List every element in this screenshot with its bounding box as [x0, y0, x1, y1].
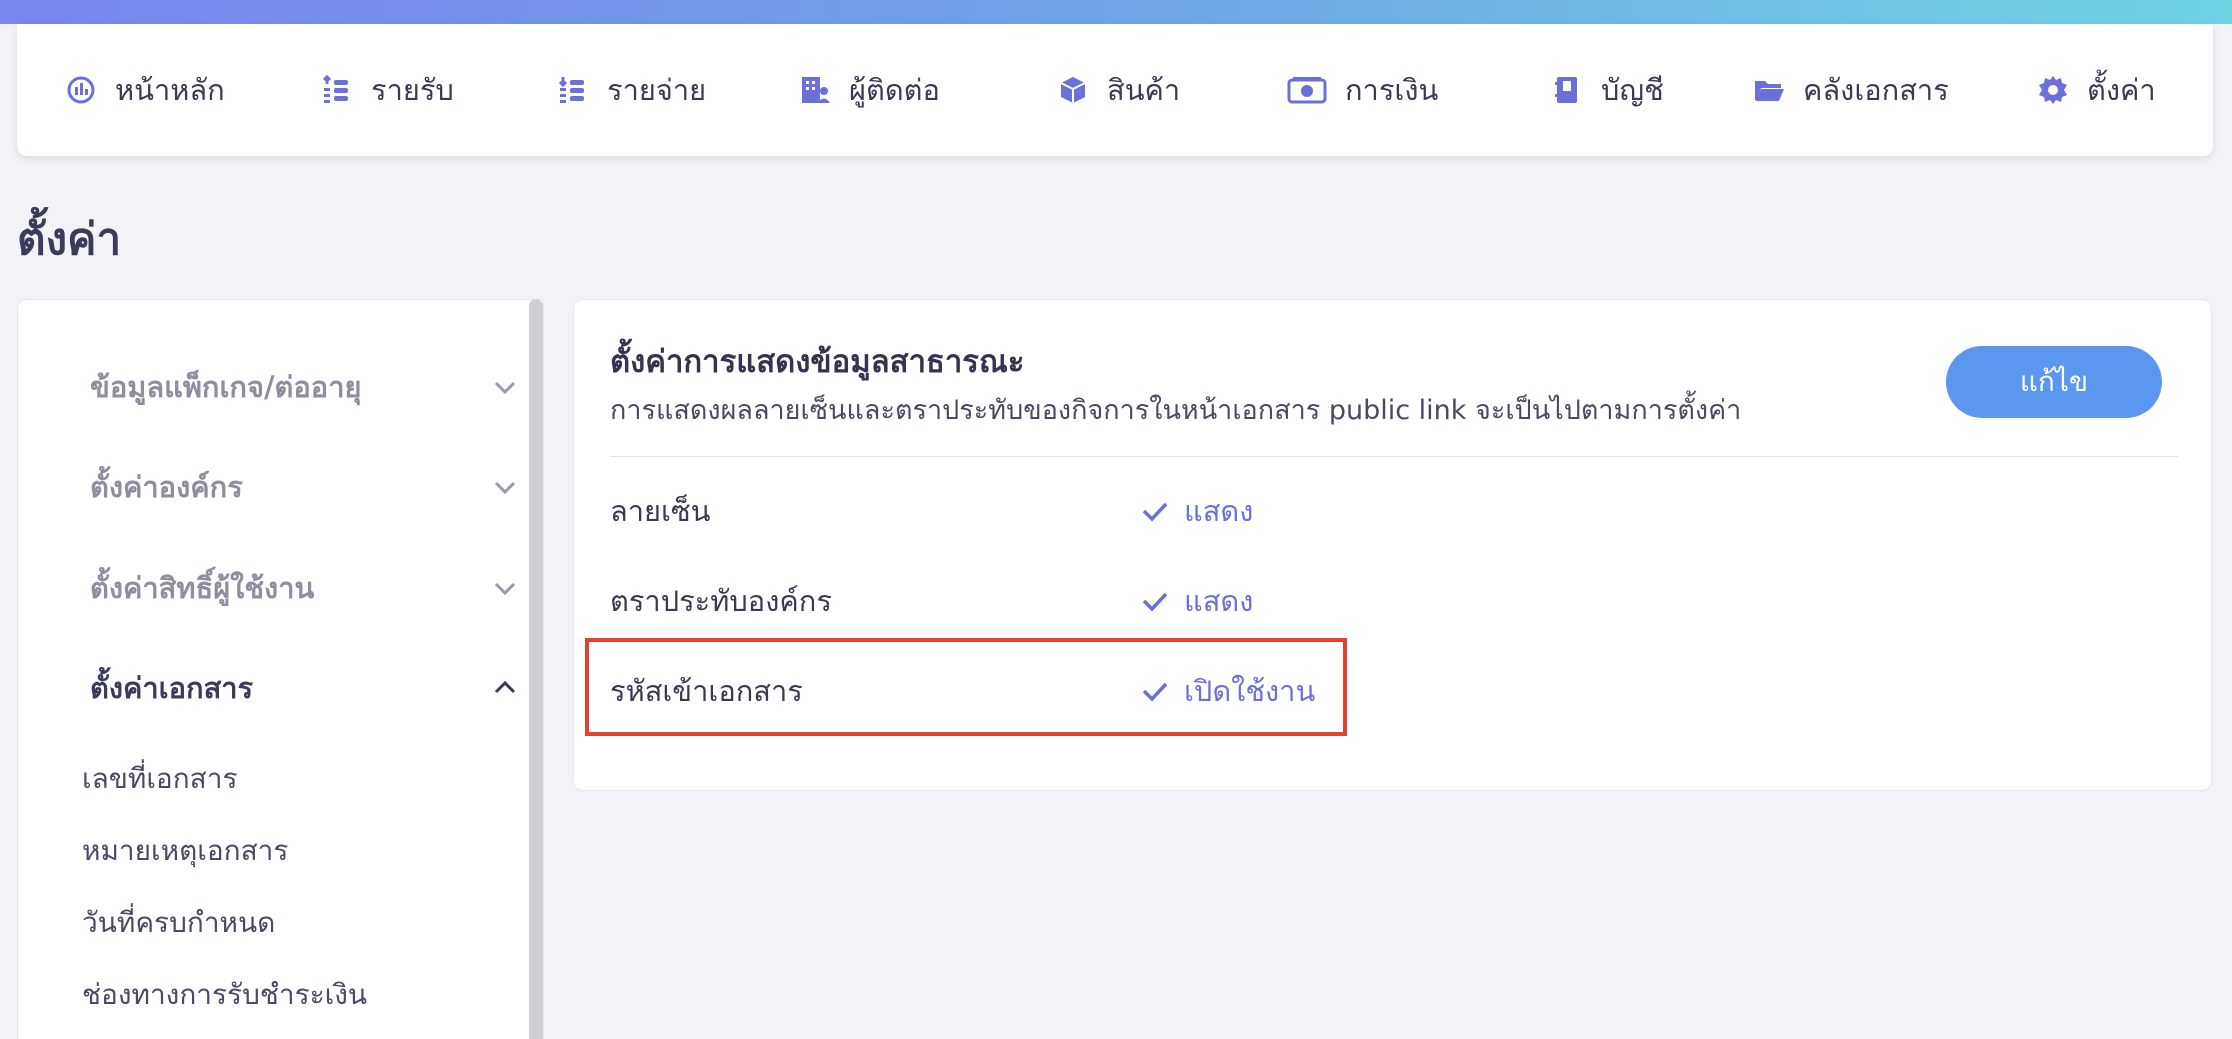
nav-item-income[interactable]: รายรับ: [321, 24, 454, 156]
nav-item-settings[interactable]: ตั้งค่า: [2037, 24, 2156, 156]
nav-label: สินค้า: [1107, 73, 1181, 107]
nav-item-accounting[interactable]: บัญชี: [1551, 24, 1664, 156]
expense-icon: [557, 74, 589, 106]
nav-label: ผู้ติดต่อ: [849, 73, 940, 107]
sidebar-item-document-notes[interactable]: หมายเหตุเอกสาร: [82, 829, 288, 873]
nav-item-finance[interactable]: การเงิน: [1287, 24, 1438, 156]
chevron-down-icon: [490, 372, 520, 402]
nav-label: คลังเอกสาร: [1803, 73, 1949, 107]
sidebar-scrollbar[interactable]: [529, 299, 543, 1039]
chevron-up-icon: [490, 673, 520, 703]
accounting-book-icon: [1551, 74, 1583, 106]
nav-item-documents[interactable]: คลังเอกสาร: [1753, 24, 1949, 156]
nav-label: รายรับ: [371, 73, 454, 107]
sidebar-section-label: ตั้งค่าองค์กร: [90, 470, 243, 504]
nav-item-expense[interactable]: รายจ่าย: [557, 24, 706, 156]
chevron-down-icon: [490, 472, 520, 502]
sidebar-section-package[interactable]: ข้อมูลแพ็กเกจ/ต่ออายุ: [90, 357, 520, 417]
income-icon: [321, 74, 353, 106]
highlight-box: [585, 638, 1347, 736]
setting-value-text: แสดง: [1184, 494, 1254, 528]
folder-icon: [1753, 74, 1785, 106]
sidebar-item-due-date[interactable]: วันที่ครบกำหนด: [82, 901, 275, 945]
sidebar-section-label: ตั้งค่าเอกสาร: [90, 671, 254, 705]
nav-label: รายจ่าย: [607, 73, 707, 107]
check-icon: [1140, 496, 1170, 526]
sidebar-item-document-number[interactable]: เลขที่เอกสาร: [82, 757, 238, 801]
nav-item-dashboard[interactable]: หน้าหลัก: [65, 24, 225, 156]
nav-label: หน้าหลัก: [115, 73, 225, 107]
contacts-icon: [799, 74, 831, 106]
nav-label: ตั้งค่า: [2087, 73, 2156, 107]
setting-label-company-stamp: ตราประทับองค์กร: [610, 584, 832, 618]
chevron-down-icon: [490, 573, 520, 603]
setting-value-signature: แสดง: [1140, 488, 1253, 534]
card-description: การแสดงผลลายเซ็นและตราประทับของกิจการในห…: [610, 395, 1742, 426]
settings-sidebar: ข้อมูลแพ็กเกจ/ต่ออายุ ตั้งค่าองค์กร ตั้ง…: [17, 299, 544, 1039]
edit-button[interactable]: แก้ไข: [1946, 346, 2162, 418]
setting-value-text: แสดง: [1184, 584, 1254, 618]
money-icon: [1287, 74, 1327, 106]
nav-item-contacts[interactable]: ผู้ติดต่อ: [799, 24, 940, 156]
setting-value-company-stamp: แสดง: [1140, 578, 1253, 624]
product-box-icon: [1057, 74, 1089, 106]
main-navbar: หน้าหลัก รายรับ รายจ่าย ผู้ติดต่อ สินค้า…: [17, 24, 2213, 156]
sidebar-section-label: ข้อมูลแพ็กเกจ/ต่ออายุ: [90, 370, 362, 404]
nav-label: บัญชี: [1601, 73, 1664, 107]
divider: [610, 456, 2178, 457]
check-icon: [1140, 586, 1170, 616]
card-title: ตั้งค่าการแสดงข้อมูลสาธารณะ: [610, 344, 1025, 380]
sidebar-section-document-settings[interactable]: ตั้งค่าเอกสาร: [90, 658, 520, 718]
nav-label: การเงิน: [1345, 73, 1439, 107]
page-title: ตั้งค่า: [17, 214, 122, 265]
sidebar-section-label: ตั้งค่าสิทธิ์ผู้ใช้งาน: [90, 571, 315, 605]
setting-label-signature: ลายเซ็น: [610, 494, 711, 528]
sidebar-item-payment-channels[interactable]: ช่องทางการรับชำระเงิน: [82, 973, 367, 1017]
sidebar-section-user-permissions[interactable]: ตั้งค่าสิทธิ์ผู้ใช้งาน: [90, 558, 520, 618]
dashboard-icon: [65, 74, 97, 106]
nav-item-products[interactable]: สินค้า: [1057, 24, 1180, 156]
top-gradient-bar: [0, 0, 2232, 24]
gear-icon: [2037, 74, 2069, 106]
sidebar-section-organization[interactable]: ตั้งค่าองค์กร: [90, 457, 520, 517]
